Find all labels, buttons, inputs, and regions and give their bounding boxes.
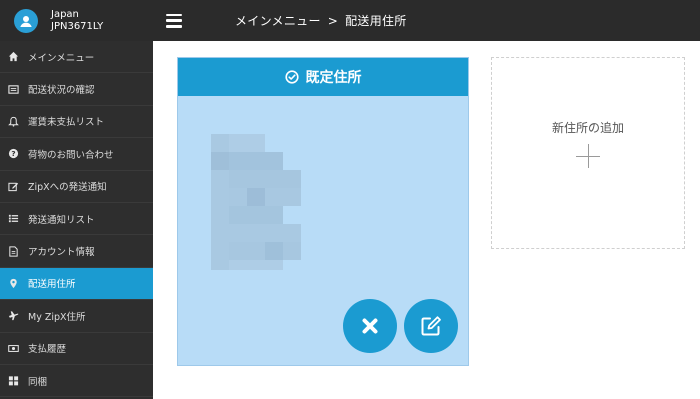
add-new-address-button[interactable]: 新住所の追加	[491, 57, 685, 249]
avatar	[14, 8, 38, 33]
sidebar-item-delivery-status[interactable]: 配送状況の確認	[0, 73, 153, 106]
list-box-icon	[7, 83, 19, 95]
question-circle-icon: ?	[7, 148, 19, 160]
user-profile[interactable]: Japan JPN3671LY	[0, 0, 153, 41]
breadcrumb: メインメニュー > 配送用住所	[235, 12, 407, 29]
money-icon	[7, 342, 19, 354]
grid-icon	[7, 375, 19, 387]
sidebar-item-label: My ZipX住所	[28, 311, 86, 323]
sidebar-item-bundle[interactable]: 同梱	[0, 365, 153, 398]
map-pin-icon	[7, 277, 19, 289]
default-address-card: 既定住所	[177, 57, 469, 366]
profile-country: Japan	[51, 8, 79, 20]
edit-icon	[7, 180, 19, 192]
sidebar-item-label: 配送用住所	[28, 279, 76, 291]
home-icon	[7, 51, 19, 63]
sidebar-item-main-menu[interactable]: メインメニュー	[0, 41, 153, 74]
list-icon	[7, 213, 19, 225]
sidebar-item-label: 発送通知リスト	[28, 214, 95, 226]
sidebar-item-inquiry[interactable]: ? 荷物のお問い合わせ	[0, 138, 153, 171]
sidebar-item-label: 同梱	[28, 376, 48, 388]
sidebar-item-label: 配送状況の確認	[28, 85, 95, 97]
top-header: メインメニュー > 配送用住所	[153, 0, 700, 41]
profile-text: Japan JPN3671LY	[51, 9, 103, 33]
default-address-header: 既定住所	[178, 58, 468, 96]
sidebar-item-payment-history[interactable]: 支払履歴	[0, 333, 153, 365]
hamburger-menu-icon[interactable]	[166, 13, 182, 28]
sidebar-item-account[interactable]: アカウント情報	[0, 235, 153, 268]
check-circle-icon	[284, 70, 299, 84]
svg-text:?: ?	[11, 149, 15, 158]
plus-icon	[576, 144, 600, 168]
sidebar-item-label: 荷物のお問い合わせ	[28, 149, 114, 161]
sidebar-item-shipping-address[interactable]: 配送用住所	[0, 267, 153, 301]
default-address-title: 既定住所	[305, 70, 362, 86]
sidebar-item-label: ZipXへの発送通知	[28, 182, 107, 194]
sidebar: Japan JPN3671LY メインメニュー 配送状況の確認 運賃未支払リスト…	[0, 0, 153, 399]
sidebar-menu: メインメニュー 配送状況の確認 運賃未支払リスト ? 荷物のお問い合わせ Zip…	[0, 41, 153, 398]
delete-address-button[interactable]	[343, 299, 397, 353]
sidebar-item-my-zipx-address[interactable]: My ZipX住所	[0, 300, 153, 333]
sidebar-item-unpaid-list[interactable]: 運賃未支払リスト	[0, 106, 153, 139]
profile-id: JPN3671LY	[51, 20, 104, 32]
breadcrumb-separator: >	[327, 14, 339, 28]
breadcrumb-main-menu[interactable]: メインメニュー	[235, 14, 321, 28]
add-new-address-label: 新住所の追加	[551, 121, 624, 135]
sidebar-item-notice-list[interactable]: 発送通知リスト	[0, 203, 153, 236]
sidebar-item-label: 運賃未支払リスト	[28, 117, 105, 129]
breadcrumb-current: 配送用住所	[345, 14, 407, 28]
sidebar-item-shipping-notice[interactable]: ZipXへの発送通知	[0, 171, 153, 203]
edit-address-button[interactable]	[404, 299, 458, 353]
sidebar-item-label: アカウント情報	[28, 247, 95, 259]
bell-icon	[7, 115, 19, 127]
user-icon	[20, 15, 32, 27]
document-icon	[7, 245, 19, 257]
plane-icon	[7, 310, 19, 322]
sidebar-item-label: メインメニュー	[28, 52, 95, 64]
edit-icon	[421, 316, 441, 336]
sidebar-item-label: 支払履歴	[28, 344, 67, 356]
close-icon	[362, 318, 378, 334]
main-content: 既定住所 新住所の追加	[153, 41, 700, 399]
